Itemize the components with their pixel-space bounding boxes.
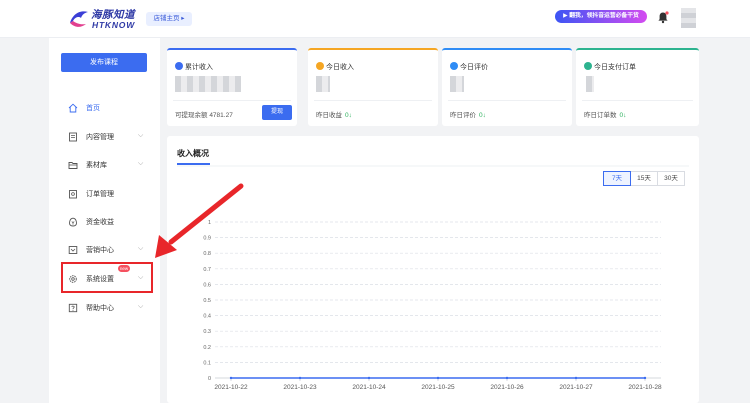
annotation-arrow-icon bbox=[155, 183, 244, 258]
range-7-days-button[interactable]: 7天 bbox=[603, 171, 631, 186]
